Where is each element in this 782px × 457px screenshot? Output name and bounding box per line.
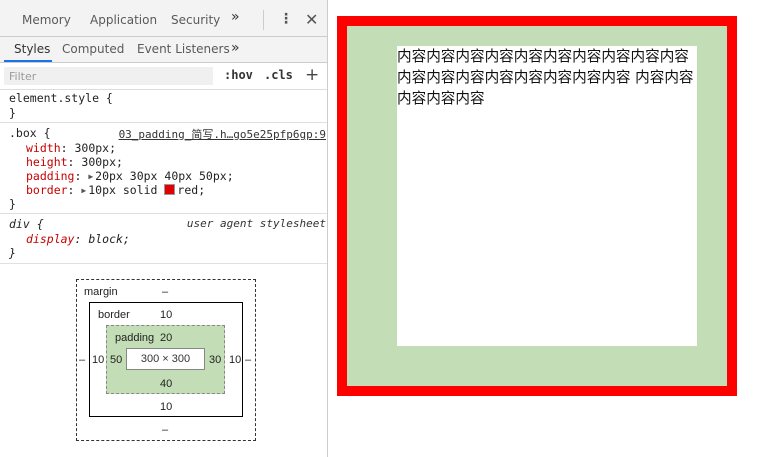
border-right-value[interactable]: 10 xyxy=(229,354,241,366)
subtab-computed[interactable]: Computed xyxy=(62,42,124,56)
class-toggle[interactable]: .cls xyxy=(264,68,293,82)
tabbar-divider xyxy=(263,10,264,30)
expand-triangle-icon[interactable]: ▶ xyxy=(81,184,86,198)
box-model-content-size[interactable]: 300 × 300 xyxy=(126,348,205,370)
margin-right-value[interactable]: – xyxy=(245,354,251,366)
div-user-agent-rule: div { user agent stylesheet display: blo… xyxy=(0,214,327,264)
user-agent-stylesheet-label: user agent stylesheet xyxy=(186,217,326,230)
margin-label: margin xyxy=(84,286,118,298)
padding-label: padding xyxy=(115,332,155,344)
expand-triangle-icon[interactable]: ▶ xyxy=(88,170,93,184)
more-tabs-chevron-icon[interactable]: » xyxy=(231,9,240,25)
element-style-selector[interactable]: element.style { xyxy=(9,91,113,105)
margin-left-value[interactable]: – xyxy=(79,354,85,366)
padding-top-value[interactable]: 20 xyxy=(160,332,172,344)
styles-filter-input[interactable] xyxy=(4,67,213,85)
prop-padding[interactable]: padding: ▶ 20px 30px 40px 50px; xyxy=(26,169,234,183)
hover-state-toggle[interactable]: :hov xyxy=(224,68,253,82)
elements-subtabbar: Styles Computed Event Listeners » xyxy=(0,37,327,63)
box-rule: .box { 03_padding_简写.h…go5e25pfp6gp:9 wi… xyxy=(0,123,327,214)
border-label: border xyxy=(98,309,130,321)
box-content-text: 内容内容内容内容内容内容内容内容内容内容内容内容内容内容内容内容内容内容 内容内… xyxy=(397,46,697,346)
styles-filter-bar: :hov .cls + xyxy=(0,63,327,90)
prop-width[interactable]: width: 300px; xyxy=(26,141,116,155)
rule-close-brace: } xyxy=(9,197,16,211)
tab-memory[interactable]: Memory xyxy=(22,13,71,27)
kebab-menu-icon[interactable]: ⋮ xyxy=(279,11,293,27)
rule-close-brace: } xyxy=(9,246,16,260)
padding-right-value[interactable]: 30 xyxy=(209,354,221,366)
more-subtabs-chevron-icon[interactable]: » xyxy=(231,40,240,56)
box-rule-selector[interactable]: .box { xyxy=(9,126,51,140)
devtools-panel: Memory Application Security » ⋮ ✕ Styles… xyxy=(0,0,328,457)
rendered-box-element: 内容内容内容内容内容内容内容内容内容内容内容内容内容内容内容内容内容内容 内容内… xyxy=(337,16,737,396)
tab-application[interactable]: Application xyxy=(90,13,157,27)
element-style-rule: element.style { } xyxy=(0,90,327,123)
border-left-value[interactable]: 10 xyxy=(92,354,104,366)
tab-security[interactable]: Security xyxy=(171,13,220,27)
color-swatch[interactable] xyxy=(164,184,176,195)
devtools-main-tabbar: Memory Application Security » ⋮ ✕ xyxy=(0,0,327,37)
subtab-styles[interactable]: Styles xyxy=(14,42,50,56)
margin-bottom-value[interactable]: – xyxy=(162,424,168,436)
border-bottom-value[interactable]: 10 xyxy=(160,401,172,413)
subtab-event-listeners[interactable]: Event Listeners xyxy=(137,42,230,56)
box-rule-source-link[interactable]: 03_padding_简写.h…go5e25pfp6gp:9 xyxy=(119,126,326,142)
active-subtab-indicator xyxy=(4,60,52,62)
prop-height[interactable]: height: 300px; xyxy=(26,155,123,169)
padding-bottom-value[interactable]: 40 xyxy=(160,378,172,390)
padding-left-value[interactable]: 50 xyxy=(110,354,122,366)
border-top-value[interactable]: 10 xyxy=(160,309,172,321)
prop-border[interactable]: border: ▶ 10px solid red; xyxy=(26,183,205,197)
close-icon[interactable]: ✕ xyxy=(305,10,318,29)
margin-top-value[interactable]: – xyxy=(162,286,168,298)
new-style-rule-icon[interactable]: + xyxy=(305,65,319,85)
prop-display[interactable]: display: block; xyxy=(26,232,130,246)
rule-close-brace: } xyxy=(9,106,16,120)
div-rule-selector[interactable]: div { xyxy=(9,217,44,231)
